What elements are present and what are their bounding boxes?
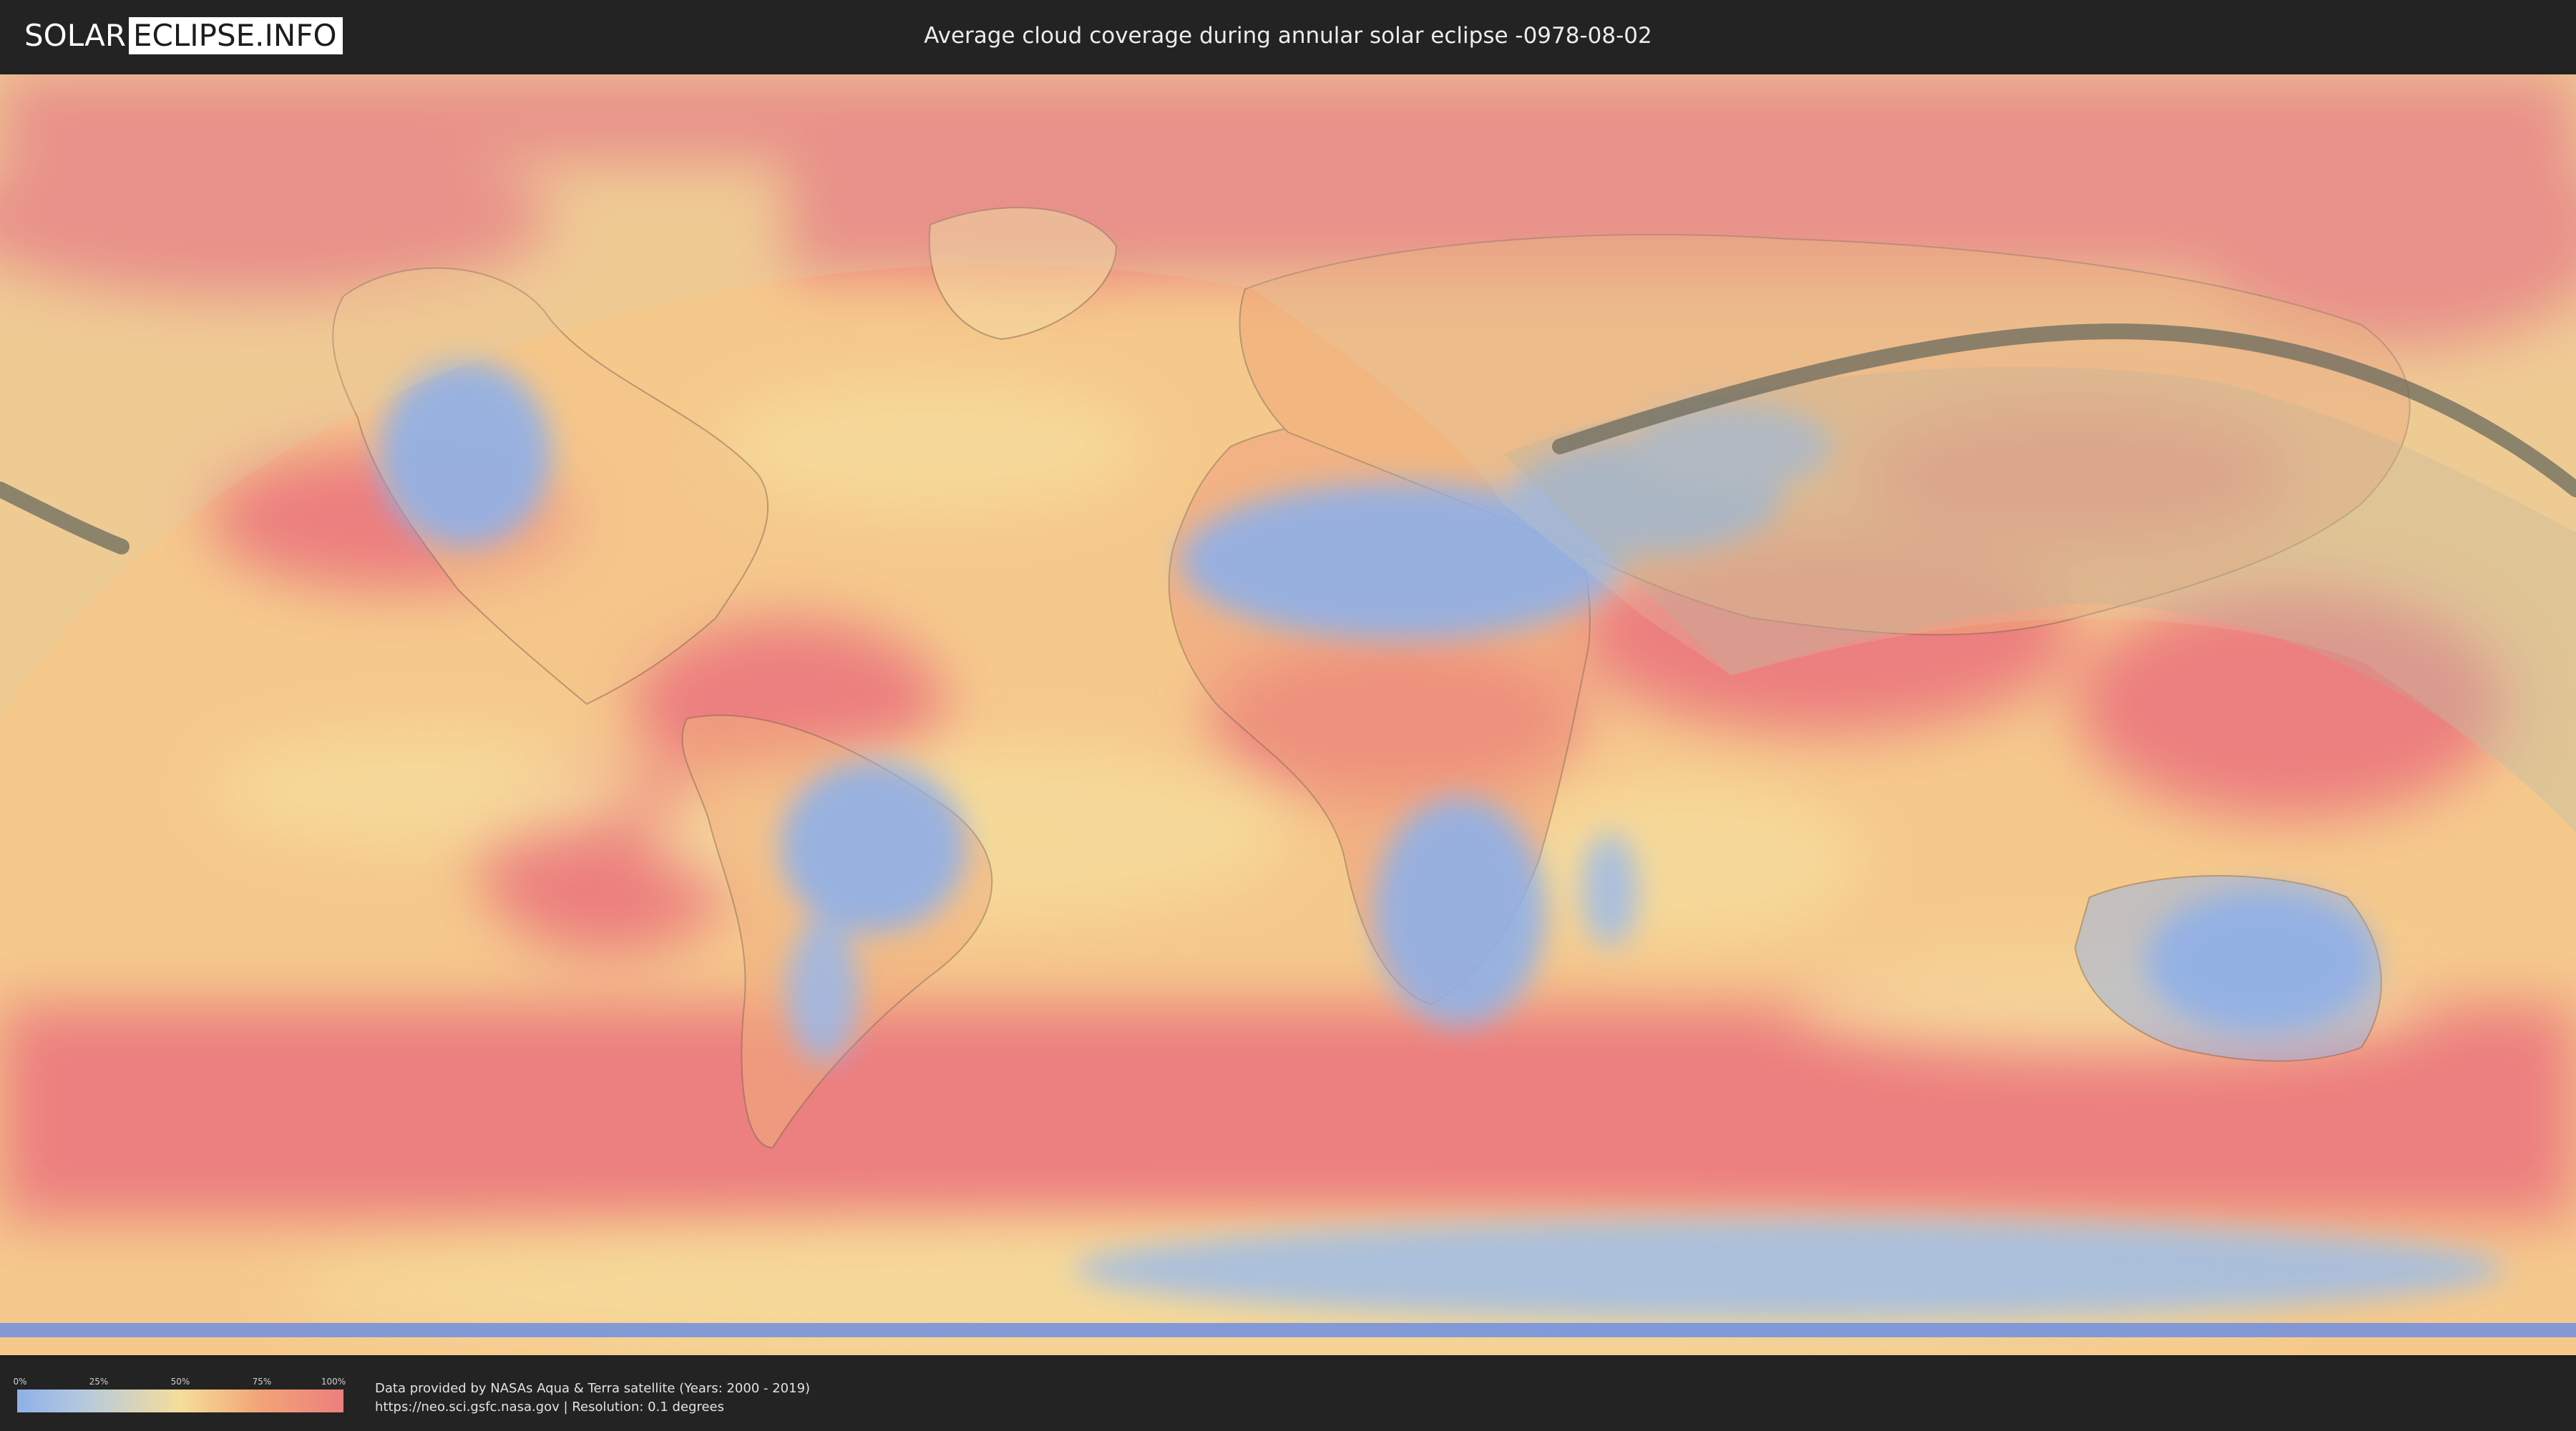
credit-line-url[interactable]: https://neo.sci.gsfc.nasa.gov | Resoluti… xyxy=(375,1398,810,1417)
cloud-coverage-legend-bar xyxy=(17,1390,343,1412)
legend-tick-75: 75% xyxy=(252,1377,272,1387)
data-credits: Data provided by NASAs Aqua & Terra sate… xyxy=(375,1379,810,1417)
legend-tick-0: 0% xyxy=(13,1377,27,1387)
legend-tick-25: 25% xyxy=(89,1377,109,1387)
legend-tick-labels: 0% 25% 50% 75% 100% xyxy=(13,1377,346,1387)
header-bar: SOLAR ECLIPSE.INFO Average cloud coverag… xyxy=(0,0,2576,72)
page-title: Average cloud coverage during annular so… xyxy=(924,23,1652,49)
world-map-svg xyxy=(0,74,2576,1355)
cloud-coverage-map[interactable] xyxy=(0,74,2576,1355)
credit-line-source: Data provided by NASAs Aqua & Terra sate… xyxy=(375,1381,811,1396)
legend-tick-50: 50% xyxy=(170,1377,190,1387)
antarctic-coast xyxy=(0,1323,2576,1337)
legend-tick-100: 100% xyxy=(321,1377,346,1387)
